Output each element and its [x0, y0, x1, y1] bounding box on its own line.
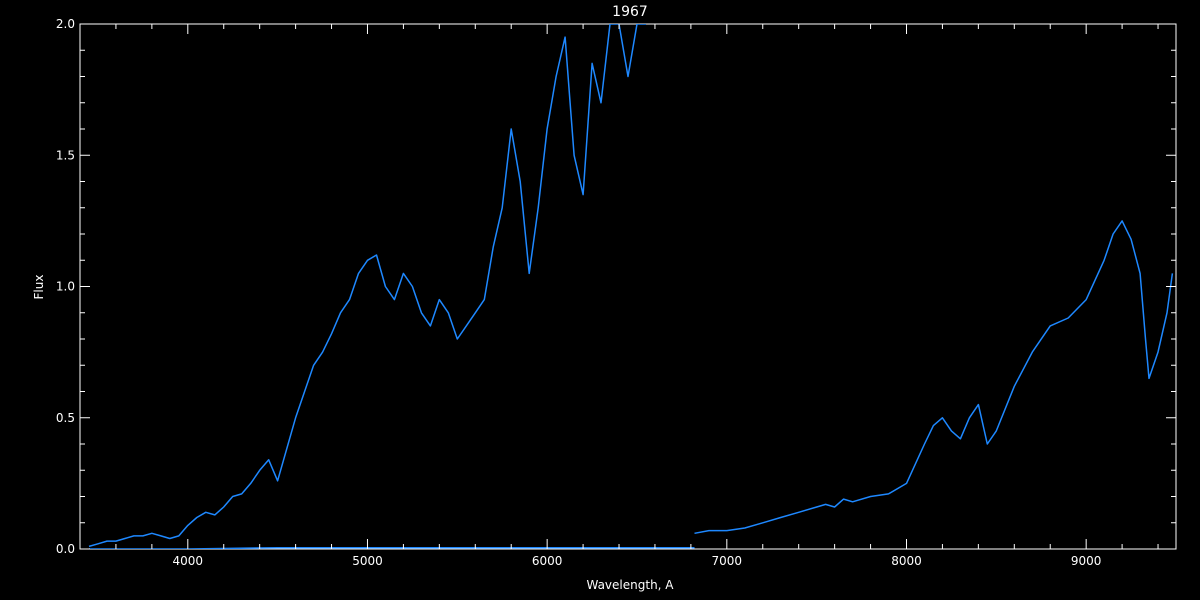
y-axis-label: Flux	[32, 275, 46, 300]
y-tick-label: 1.0	[56, 280, 75, 294]
x-tick-label: 6000	[532, 554, 563, 568]
x-tick-label: 9000	[1071, 554, 1102, 568]
x-tick-label: 4000	[173, 554, 204, 568]
chart-background	[0, 0, 1200, 600]
x-tick-label: 8000	[891, 554, 922, 568]
chart-title: 1967	[612, 4, 648, 20]
y-tick-label: 0.5	[56, 411, 75, 425]
x-tick-label: 5000	[352, 554, 383, 568]
y-tick-label: 2.0	[56, 17, 75, 31]
y-tick-label: 1.5	[56, 148, 75, 162]
x-tick-label: 7000	[712, 554, 743, 568]
y-tick-label: 0.0	[56, 542, 75, 556]
spectrum-chart: 1967 4000 5000 6000 7000 8000 9000 0.0 0.5 1.0 1.…	[0, 0, 1200, 600]
x-axis-label: Wavelength, A	[586, 578, 674, 592]
